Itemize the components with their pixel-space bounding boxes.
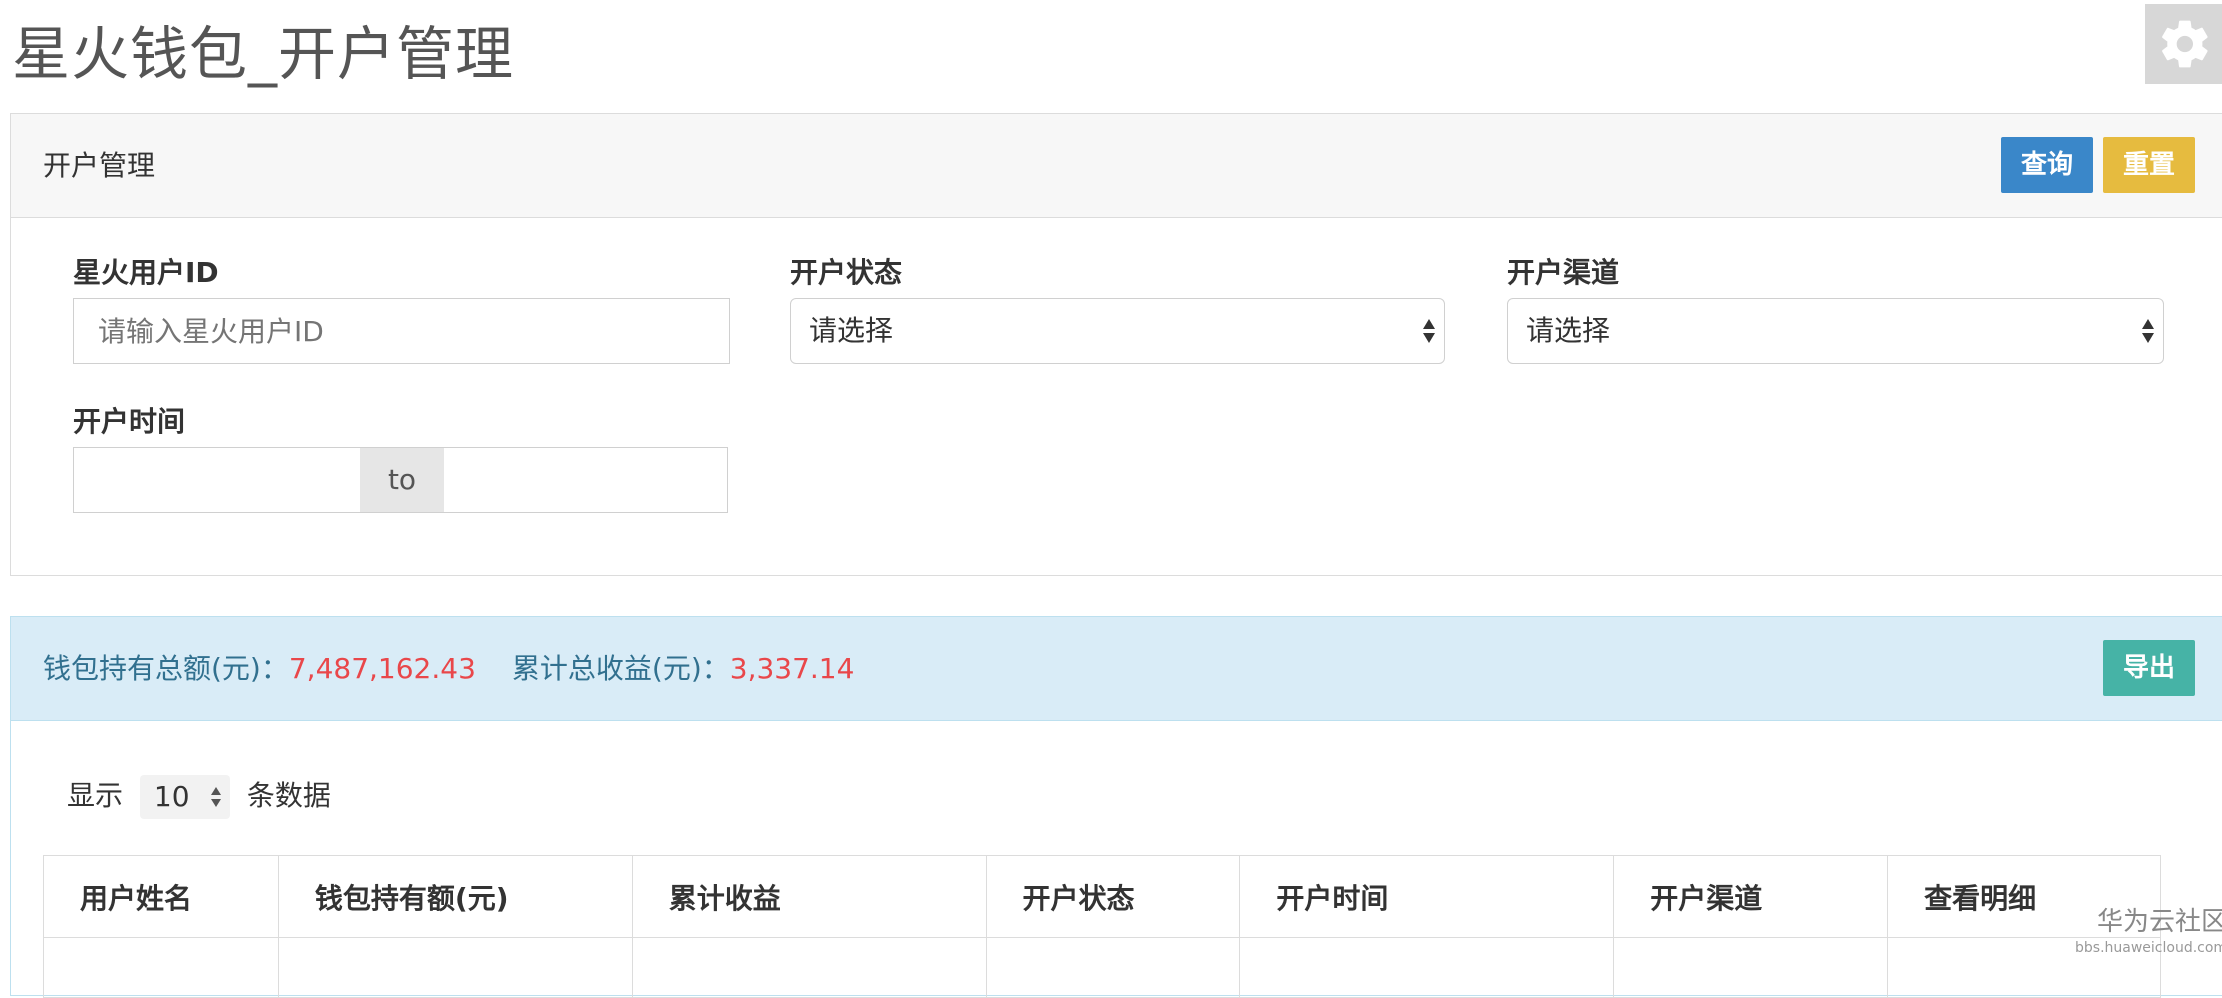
date-range: to — [73, 447, 728, 513]
status-select-value: 请选择 — [809, 314, 894, 347]
channel-select-value: 请选择 — [1526, 314, 1611, 347]
date-range-separator: to — [360, 448, 444, 512]
status-label: 开户状态 — [790, 256, 903, 289]
total-value: 7,487,162.43 — [288, 652, 476, 685]
status-select[interactable]: 请选择 — [790, 298, 1445, 364]
search-panel-header: 开户管理 查询 重置 — [11, 114, 2222, 218]
channel-label: 开户渠道 — [1507, 256, 1620, 289]
accounts-table: 用户姓名 钱包持有额(元) 累计收益 开户状态 开户时间 开户渠道 查看明细 — [43, 855, 2161, 998]
page-size-select[interactable]: 10 — [139, 775, 230, 819]
table-header-row: 用户姓名 钱包持有额(元) 累计收益 开户状态 开户时间 开户渠道 查看明细 — [43, 855, 2161, 938]
table-cell — [985, 937, 1241, 998]
page-title: 星火钱包_开户管理 — [12, 20, 515, 88]
table-cell — [1239, 937, 1615, 998]
column-header[interactable]: 钱包持有额(元) — [277, 855, 633, 938]
select-arrows-icon — [1423, 319, 1435, 343]
watermark-name: 华为云社区 — [2097, 907, 2222, 937]
table-cell — [43, 937, 279, 998]
income-label: 累计总收益(元)： — [511, 652, 730, 685]
table-cell — [1613, 937, 1889, 998]
page-size-control: 显示 10 条数据 — [67, 774, 331, 819]
summary-bar: 钱包持有总额(元)：7,487,162.43 累计总收益(元)：3,337.14 … — [11, 617, 2222, 721]
watermark-url: bbs.huaweicloud.com — [2075, 940, 2222, 956]
reset-button[interactable]: 重置 — [2103, 137, 2195, 193]
watermark: 华为云社区 bbs.huaweicloud.com — [2075, 905, 2222, 957]
select-arrows-icon — [210, 787, 221, 807]
column-header[interactable]: 开户时间 — [1239, 855, 1615, 938]
show-label: 显示 — [67, 779, 124, 812]
time-label: 开户时间 — [73, 405, 186, 438]
export-button[interactable]: 导出 — [2103, 640, 2195, 696]
table-row — [43, 937, 2161, 998]
search-panel: 开户管理 查询 重置 星火用户ID 开户状态 请选择 开户渠道 请选择 开户时间… — [10, 113, 2222, 576]
column-header[interactable]: 用户姓名 — [43, 855, 279, 938]
total-label: 钱包持有总额(元)： — [43, 652, 289, 685]
start-date-input[interactable] — [74, 448, 360, 512]
page-size-value: 10 — [153, 780, 190, 813]
select-arrows-icon — [2142, 319, 2154, 343]
results-panel: 钱包持有总额(元)：7,487,162.43 累计总收益(元)：3,337.14 … — [10, 616, 2222, 998]
table-cell — [631, 937, 987, 998]
settings-button[interactable] — [2145, 4, 2222, 84]
user-id-input[interactable] — [73, 298, 730, 364]
query-button[interactable]: 查询 — [2001, 137, 2093, 193]
column-header[interactable]: 开户渠道 — [1613, 855, 1889, 938]
income-value: 3,337.14 — [729, 652, 855, 685]
end-date-input[interactable] — [444, 448, 727, 512]
channel-select[interactable]: 请选择 — [1507, 298, 2164, 364]
gear-icon — [2162, 20, 2208, 68]
user-id-label: 星火用户ID — [73, 256, 219, 289]
summary-text: 钱包持有总额(元)：7,487,162.43 累计总收益(元)：3,337.14 — [43, 617, 854, 720]
column-header[interactable]: 开户状态 — [985, 855, 1241, 938]
rows-label: 条数据 — [246, 779, 331, 812]
search-panel-title: 开户管理 — [43, 149, 156, 182]
column-header[interactable]: 累计收益 — [631, 855, 987, 938]
table-cell — [277, 937, 633, 998]
